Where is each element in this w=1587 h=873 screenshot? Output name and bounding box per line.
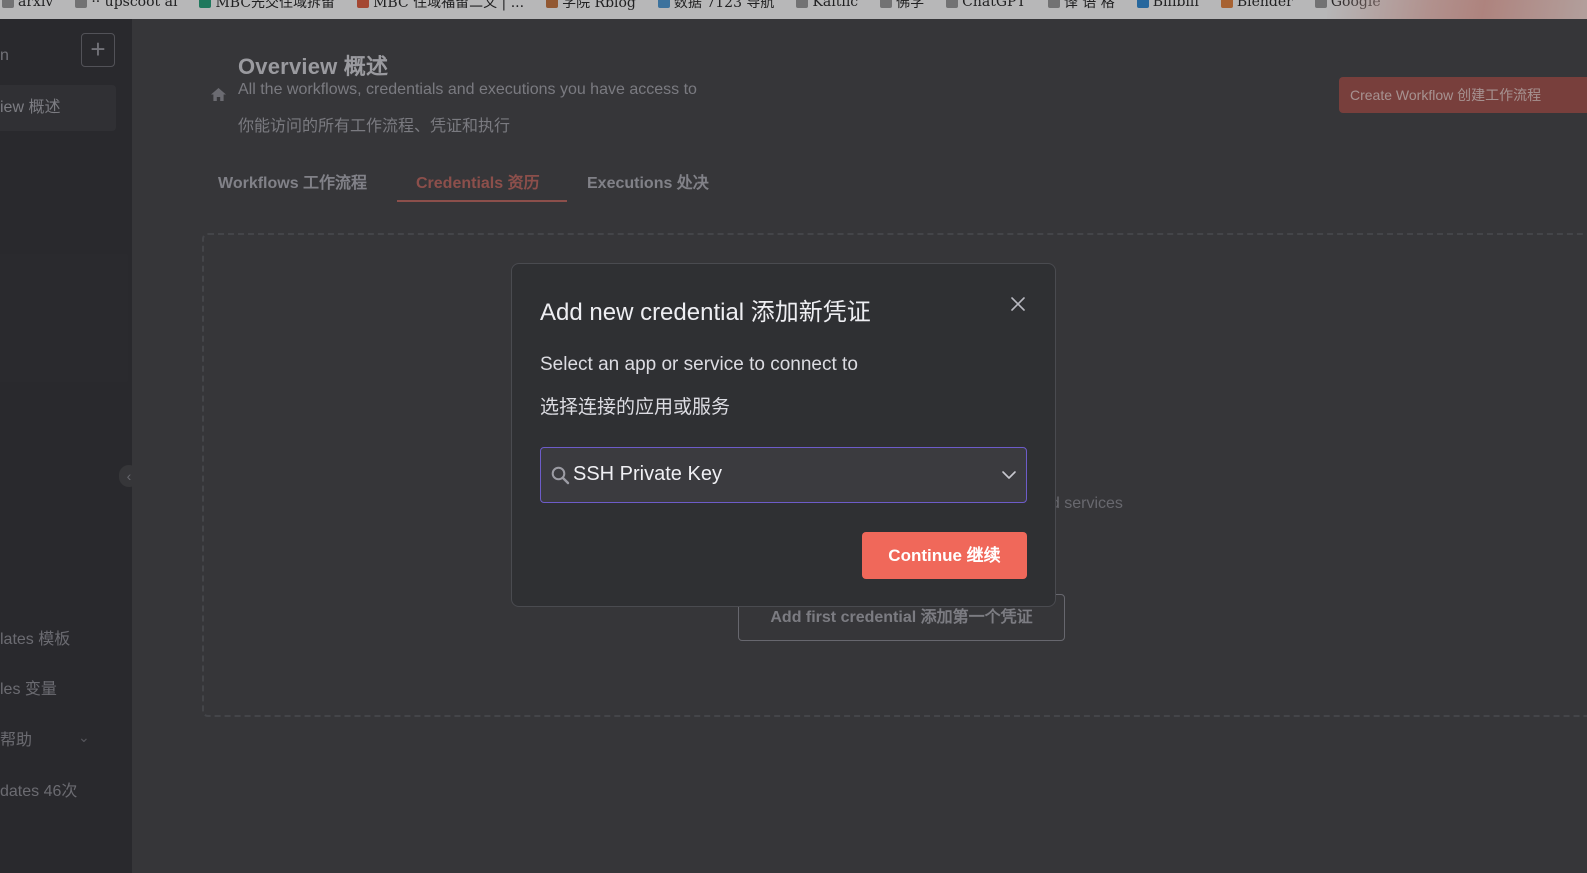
close-icon[interactable] (1008, 294, 1028, 314)
credential-type-value: SSH Private Key (573, 463, 722, 485)
chevron-down-icon[interactable] (1001, 468, 1017, 482)
modal-title: Add new credential 添加新凭证 (540, 299, 871, 326)
add-credential-modal: Add new credential 添加新凭证 Select an app o… (511, 263, 1056, 607)
credential-type-select[interactable]: SSH Private Key (540, 447, 1027, 503)
search-icon (551, 466, 570, 485)
continue-button[interactable]: Continue 继续 (862, 532, 1027, 579)
modal-label-zh: 选择连接的应用或服务 (540, 397, 731, 418)
modal-label-en: Select an app or service to connect to (540, 354, 858, 375)
